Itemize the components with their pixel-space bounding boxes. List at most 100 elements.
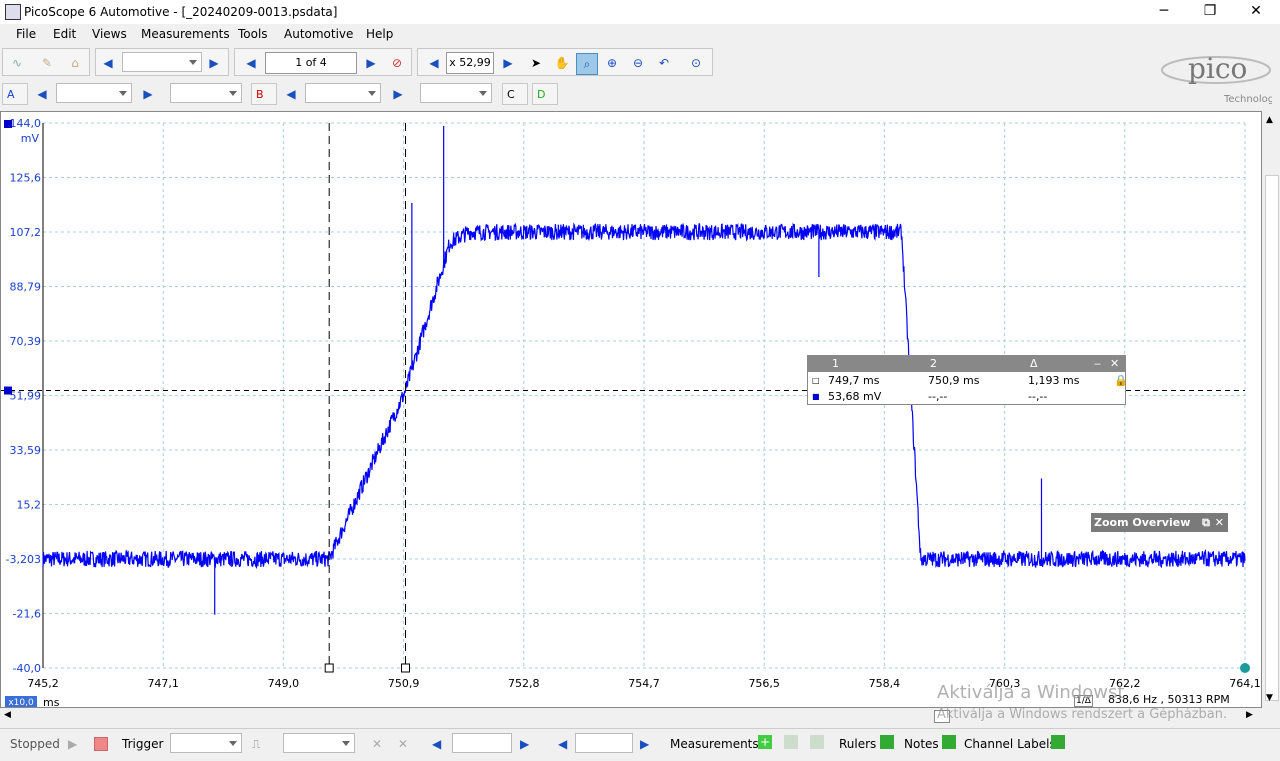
channel-b-coupling-dropdown[interactable] (420, 83, 492, 103)
menu-file[interactable]: File (16, 27, 36, 41)
y-tick-label: 88,79 (10, 281, 42, 294)
pretrigger-next-icon[interactable]: ▶ (640, 737, 649, 751)
y-tick-label: 125,6 (10, 172, 42, 185)
menu-automotive[interactable]: Automotive (284, 27, 353, 41)
menu-tools[interactable]: Tools (238, 27, 268, 41)
zoom-window-icon[interactable]: ⌕ (576, 53, 598, 75)
menu-help[interactable]: Help (366, 27, 393, 41)
x-tick-label: 752,8 (508, 677, 540, 690)
start-icon[interactable]: ▶ (68, 737, 77, 751)
y-tick-label: 70,39 (10, 335, 42, 348)
zoom-prev-icon[interactable]: ◀ (424, 53, 444, 73)
x-tick-label: 758,4 (869, 677, 901, 690)
rulers-toggle-icon[interactable] (880, 735, 894, 749)
trigger-edge-icon[interactable]: ⎍ (252, 737, 260, 752)
channel-a-range-dropdown[interactable] (56, 83, 132, 103)
ruler-col-delta: Δ (1030, 357, 1038, 370)
channel-b-next-icon[interactable]: ▶ (388, 84, 408, 104)
scope-mode-icon[interactable]: ∿ (7, 53, 27, 73)
scroll-up-icon[interactable]: ▲ (1266, 115, 1273, 125)
menu-measurements[interactable]: Measurements (141, 27, 230, 41)
channel-b-range-dropdown[interactable] (305, 83, 381, 103)
x-zoom-label: x10,0 (8, 698, 34, 707)
tool-group-left: ∿ ✎ ⌂ (2, 48, 90, 76)
trigger-next-icon[interactable]: ▶ (520, 737, 529, 751)
trigger-level-field[interactable] (452, 733, 512, 753)
channel-b-prev-icon[interactable]: ◀ (281, 84, 301, 104)
notes-label: Notes (904, 737, 939, 751)
trigger-mode-dropdown[interactable] (170, 733, 242, 753)
channel-a-coupling-dropdown[interactable] (170, 83, 242, 103)
vertical-scrollbar[interactable]: ▲ ▼ (1262, 111, 1280, 708)
buffer-next-icon[interactable]: ▶ (361, 53, 381, 73)
hand-tool-icon[interactable]: ✋ (552, 53, 572, 73)
trigger-label: Trigger (122, 737, 164, 751)
scope-view[interactable]: 144,0 125,6 107,2 88,79 70,39 51,99 33,59 15,2 -… (0, 111, 1262, 708)
lock-icon[interactable]: 🔒 (1114, 373, 1128, 389)
zoom-overview-restore-icon[interactable]: ⧉ (1202, 513, 1210, 532)
trigger-source-dropdown[interactable] (283, 733, 355, 753)
zoom-out-icon[interactable]: ⊖ (628, 53, 648, 73)
minimize-legend-icon[interactable]: ‒ (1094, 357, 1101, 370)
channel-b-button[interactable]: B (251, 83, 277, 105)
trigger-prev-icon[interactable]: ◀ (432, 737, 441, 751)
scroll-down-icon[interactable]: ▼ (1266, 693, 1273, 703)
channel-labels-toggle-icon[interactable] (1051, 735, 1065, 749)
undo-zoom-icon[interactable]: ↶ (654, 53, 674, 73)
y-tick-label: 33,59 (10, 444, 42, 457)
zoom-field[interactable]: x 52,99 (446, 52, 494, 74)
buffer-prev-icon[interactable]: ◀ (241, 53, 261, 73)
channel-c-button[interactable]: C (502, 83, 528, 105)
add-measurement-icon[interactable]: + (758, 735, 772, 749)
zoom-next-icon[interactable]: ▶ (498, 53, 518, 73)
ruler-legend[interactable]: 1 2 Δ ‒ ✕ □ 749,7 ms 750,9 ms 1,193 ms 🔒… (807, 355, 1128, 405)
trigger-rising-icon[interactable]: ✕ (372, 737, 382, 751)
probe-icon[interactable]: ✎ (37, 53, 57, 73)
edit-measurement-icon[interactable] (810, 735, 824, 749)
notes-toggle-icon[interactable] (942, 735, 956, 749)
ruler-time-2: 750,9 ms (928, 374, 980, 387)
channel-a-button[interactable]: A (2, 83, 28, 105)
zoom-to-fit-icon[interactable]: ⊙ (686, 53, 706, 73)
buffer-navigator-icon[interactable]: ⊘ (387, 53, 407, 73)
pretrigger-prev-icon[interactable]: ◀ (558, 737, 567, 751)
x-unit-label: ms (43, 696, 60, 707)
stop-icon[interactable] (94, 737, 108, 751)
menu-views[interactable]: Views (92, 27, 127, 41)
channel-d-button[interactable]: D (532, 83, 558, 105)
scope-graph[interactable]: 144,0 125,6 107,2 88,79 70,39 51,99 33,59 15,2 -… (1, 112, 1261, 707)
status-bar: Stopped ▶ Trigger ⎍ ✕ ✕ ◀ ▶ ◀ ▶ Measurem… (0, 728, 1280, 761)
channel-a-next-icon[interactable]: ▶ (138, 84, 158, 104)
pointer-tool-icon[interactable]: ➤ (526, 53, 546, 73)
timebase-dropdown[interactable] (122, 52, 202, 72)
buffer-field[interactable]: 1 of 4 (265, 52, 357, 74)
menu-edit[interactable]: Edit (53, 27, 76, 41)
timebase-prev-icon[interactable]: ◀ (98, 53, 118, 73)
x-tick-label: 756,5 (748, 677, 780, 690)
ruler-time-1: 749,7 ms (828, 374, 880, 387)
pretrigger-field[interactable] (575, 733, 633, 753)
vertical-scroll-thumb[interactable] (1265, 175, 1279, 701)
restore-button[interactable]: ❐ (1187, 0, 1233, 24)
trigger-falling-icon[interactable]: ✕ (398, 737, 408, 751)
x-tick-label: 764,1 (1229, 677, 1261, 690)
zoom-overview-close-icon[interactable]: ✕ (1215, 513, 1224, 532)
timebase-next-icon[interactable]: ▶ (204, 53, 224, 73)
zoom-group: ◀ x 52,99 ▶ ➤ ✋ ⌕ ⊕ ⊖ ↶ ⊙ (417, 48, 713, 76)
minimize-button[interactable]: ─ (1141, 0, 1187, 24)
zoom-overview-panel[interactable]: Zoom Overview ⧉ ✕ (1091, 513, 1228, 532)
channel-a-prev-icon[interactable]: ◀ (32, 84, 52, 104)
scroll-right-icon[interactable]: ▶ (1246, 710, 1253, 720)
scroll-left-icon[interactable]: ◀ (4, 710, 11, 720)
zoom-in-icon[interactable]: ⊕ (602, 53, 622, 73)
voltage-ruler-handle (4, 386, 12, 395)
home-icon[interactable]: ⌂ (65, 53, 85, 73)
remove-measurement-icon[interactable] (784, 735, 798, 749)
x-tick-label: 754,7 (628, 677, 660, 690)
channel-a-axis-marker (4, 120, 12, 128)
ruler-volt-2: --,-- (928, 390, 948, 403)
logo-sub-text: Technology (1223, 94, 1272, 105)
close-button[interactable]: ✕ (1233, 0, 1279, 24)
picoscope-app-icon (5, 4, 21, 20)
close-legend-icon[interactable]: ✕ (1110, 357, 1119, 370)
